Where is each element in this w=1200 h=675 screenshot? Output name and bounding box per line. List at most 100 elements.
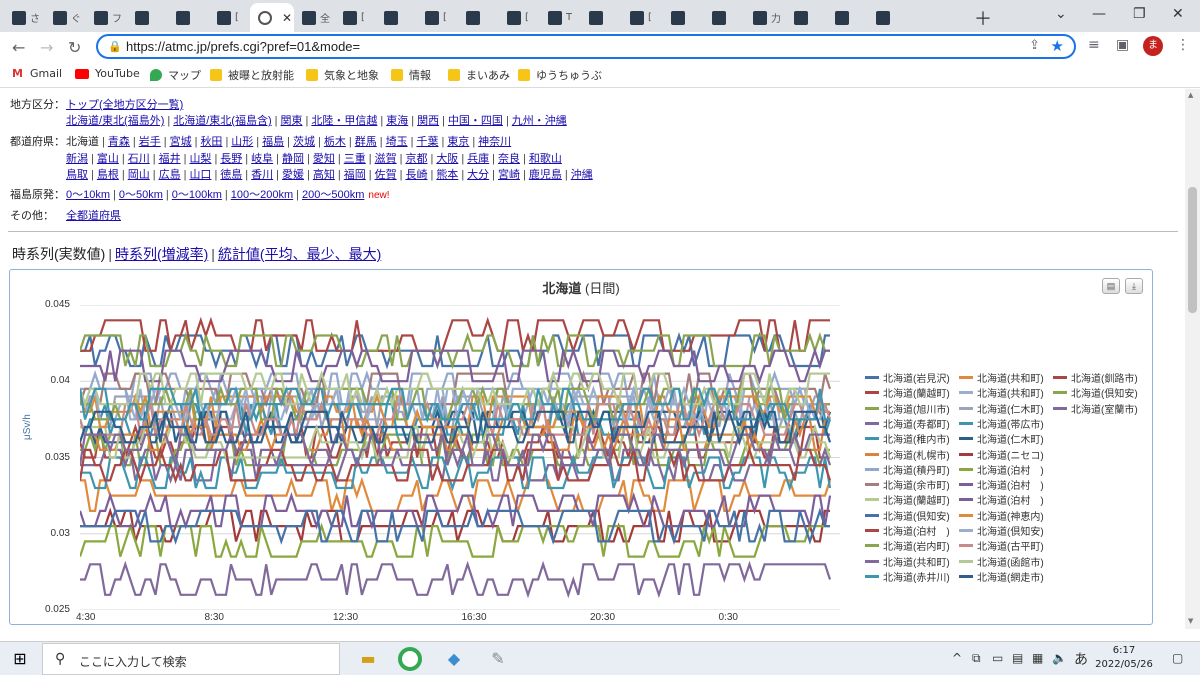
legend-item[interactable]: 北海道(蘭越町) [865, 385, 950, 400]
legend-item[interactable]: 北海道(ニセコ) [959, 447, 1044, 462]
view-stats-link[interactable]: 統計値(平均、最少、最大) [218, 246, 381, 262]
legend-item[interactable]: 北海道(泊村 ) [959, 477, 1044, 492]
nav-link[interactable]: 大分 [467, 169, 489, 181]
browser-tab[interactable] [581, 3, 622, 32]
nav-link[interactable]: 岩手 [139, 136, 161, 148]
chevron-down-icon[interactable]: ⌄ [1055, 6, 1067, 22]
bookmark-maps[interactable]: マップ [150, 67, 201, 83]
nav-link[interactable]: 香川 [251, 169, 273, 181]
legend-item[interactable]: 北海道(泊村 ) [959, 462, 1044, 477]
nav-link[interactable]: 島根 [97, 169, 119, 181]
legend-item[interactable]: 北海道(積丹町) [865, 462, 950, 477]
nav-link[interactable]: 静岡 [282, 153, 304, 165]
nav-link[interactable]: 三重 [344, 153, 366, 165]
browser-tab[interactable] [827, 3, 868, 32]
nav-link[interactable]: 長野 [220, 153, 242, 165]
battery-icon[interactable]: ▭ [992, 651, 1003, 665]
legend-item[interactable]: 北海道(古平町) [959, 538, 1044, 553]
nav-link[interactable]: 九州・沖縄 [512, 115, 567, 127]
nav-link[interactable]: 石川 [128, 153, 150, 165]
nav-link[interactable]: 関西 [417, 115, 439, 127]
line-chart-plot[interactable] [80, 305, 840, 610]
scroll-down-icon[interactable]: ▼ [1188, 617, 1193, 625]
legend-item[interactable]: 北海道(倶知安) [959, 523, 1044, 538]
nav-link[interactable]: 神奈川 [478, 136, 511, 148]
legend-item[interactable]: 北海道(室蘭市) [1053, 401, 1138, 416]
browser-tab[interactable]: ✕ [250, 3, 294, 32]
nav-link[interactable]: 愛知 [313, 153, 335, 165]
clock[interactable]: 6:17 2022/05/26 [1094, 644, 1154, 672]
nav-link[interactable]: 和歌山 [529, 153, 562, 165]
close-window-icon[interactable]: ✕ [1172, 6, 1184, 22]
nav-link[interactable]: 宮崎 [498, 169, 520, 181]
nav-link[interactable]: 大阪 [436, 153, 458, 165]
nav-link[interactable]: 千葉 [416, 136, 438, 148]
browser-tab[interactable]: フ [86, 3, 127, 32]
nav-link[interactable]: 兵庫 [467, 153, 489, 165]
legend-item[interactable]: 北海道(共和町) [959, 385, 1044, 400]
page-scrollbar[interactable]: ▲ ▼ [1185, 89, 1200, 629]
file-explorer-icon[interactable]: ▬ [356, 647, 380, 671]
legend-item[interactable]: 北海道(札幌市) [865, 447, 950, 462]
nav-link[interactable]: 新潟 [66, 153, 88, 165]
media-icon[interactable]: ≡ [1088, 37, 1100, 53]
app-icon[interactable]: ◆ [442, 647, 466, 671]
browser-tab[interactable]: [ [417, 3, 458, 32]
minimize-icon[interactable]: — [1092, 6, 1106, 22]
nav-link[interactable]: 福井 [159, 153, 181, 165]
legend-item[interactable]: 北海道(余市町) [865, 477, 950, 492]
new-tab-button[interactable]: ＋ [974, 5, 992, 31]
nav-link[interactable]: 埼玉 [386, 136, 408, 148]
download-icon[interactable]: ⤓ [1125, 278, 1143, 294]
legend-item[interactable]: 北海道(稚内市) [865, 431, 950, 446]
nav-link[interactable]: 山梨 [189, 153, 211, 165]
browser-tab[interactable]: [ [209, 3, 250, 32]
legend-item[interactable]: 北海道(共和町) [865, 554, 950, 569]
bookmark-folder-4[interactable]: まいあみ [448, 67, 510, 83]
legend-item[interactable]: 北海道(寿都町) [865, 416, 950, 431]
nav-link[interactable]: 関東 [281, 115, 303, 127]
browser-tab[interactable] [868, 3, 909, 32]
bookmark-youtube[interactable]: YouTube [75, 67, 140, 80]
nav-link[interactable]: 栃木 [324, 136, 346, 148]
nav-link[interactable]: 北海道/東北(福島外) [66, 115, 164, 127]
legend-item[interactable]: 北海道(釧路市) [1053, 370, 1138, 385]
legend-item[interactable]: 北海道(倶知安) [865, 508, 950, 523]
nav-link[interactable]: 中国・四国 [448, 115, 503, 127]
browser-tab[interactable] [127, 3, 168, 32]
region-top-link[interactable]: トップ(全地方区分一覧) [66, 99, 183, 111]
legend-item[interactable]: 北海道(泊村 ) [865, 523, 950, 538]
nav-link[interactable]: 0〜100km [172, 189, 222, 201]
series-line[interactable] [80, 476, 832, 515]
nav-link[interactable]: 岡山 [128, 169, 150, 181]
browser-tab[interactable]: [ [335, 3, 376, 32]
nav-link[interactable]: 北陸・甲信越 [311, 115, 377, 127]
close-tab-icon[interactable]: ✕ [282, 11, 292, 25]
nav-link[interactable]: 熊本 [436, 169, 458, 181]
browser-tab[interactable] [704, 3, 745, 32]
view-rate-link[interactable]: 時系列(増減率) [115, 246, 208, 262]
nav-link[interactable]: 鳥取 [66, 169, 88, 181]
tray-chevron-icon[interactable]: ^ [952, 651, 962, 665]
app2-icon[interactable]: ✎ [486, 647, 510, 671]
legend-item[interactable]: 北海道(仁木町) [959, 431, 1044, 446]
browser-tab[interactable]: [ [499, 3, 540, 32]
nav-link[interactable]: 宮城 [170, 136, 192, 148]
ime-indicator[interactable]: あ [1074, 649, 1088, 669]
volume-icon[interactable]: 🔈 [1052, 651, 1067, 665]
browser-tab[interactable]: [ [622, 3, 663, 32]
avatar[interactable]: ま [1143, 36, 1163, 56]
nav-link[interactable]: 山口 [189, 169, 211, 181]
bookmark-folder-5[interactable]: ゆうちゅうぶ [518, 67, 602, 83]
reload-icon[interactable]: ↻ [68, 38, 81, 57]
nav-link[interactable]: 愛媛 [282, 169, 304, 181]
nav-link[interactable]: 100〜200km [231, 189, 293, 201]
nav-link[interactable]: 徳島 [220, 169, 242, 181]
browser-tab[interactable] [786, 3, 827, 32]
nav-link[interactable]: 青森 [108, 136, 130, 148]
nav-link[interactable]: 佐賀 [375, 169, 397, 181]
scroll-up-icon[interactable]: ▲ [1188, 91, 1193, 99]
browser-tab[interactable]: 力 [745, 3, 786, 32]
bookmark-gmail[interactable]: M Gmail [12, 67, 62, 80]
legend-item[interactable]: 北海道(蘭越町) [865, 492, 950, 507]
